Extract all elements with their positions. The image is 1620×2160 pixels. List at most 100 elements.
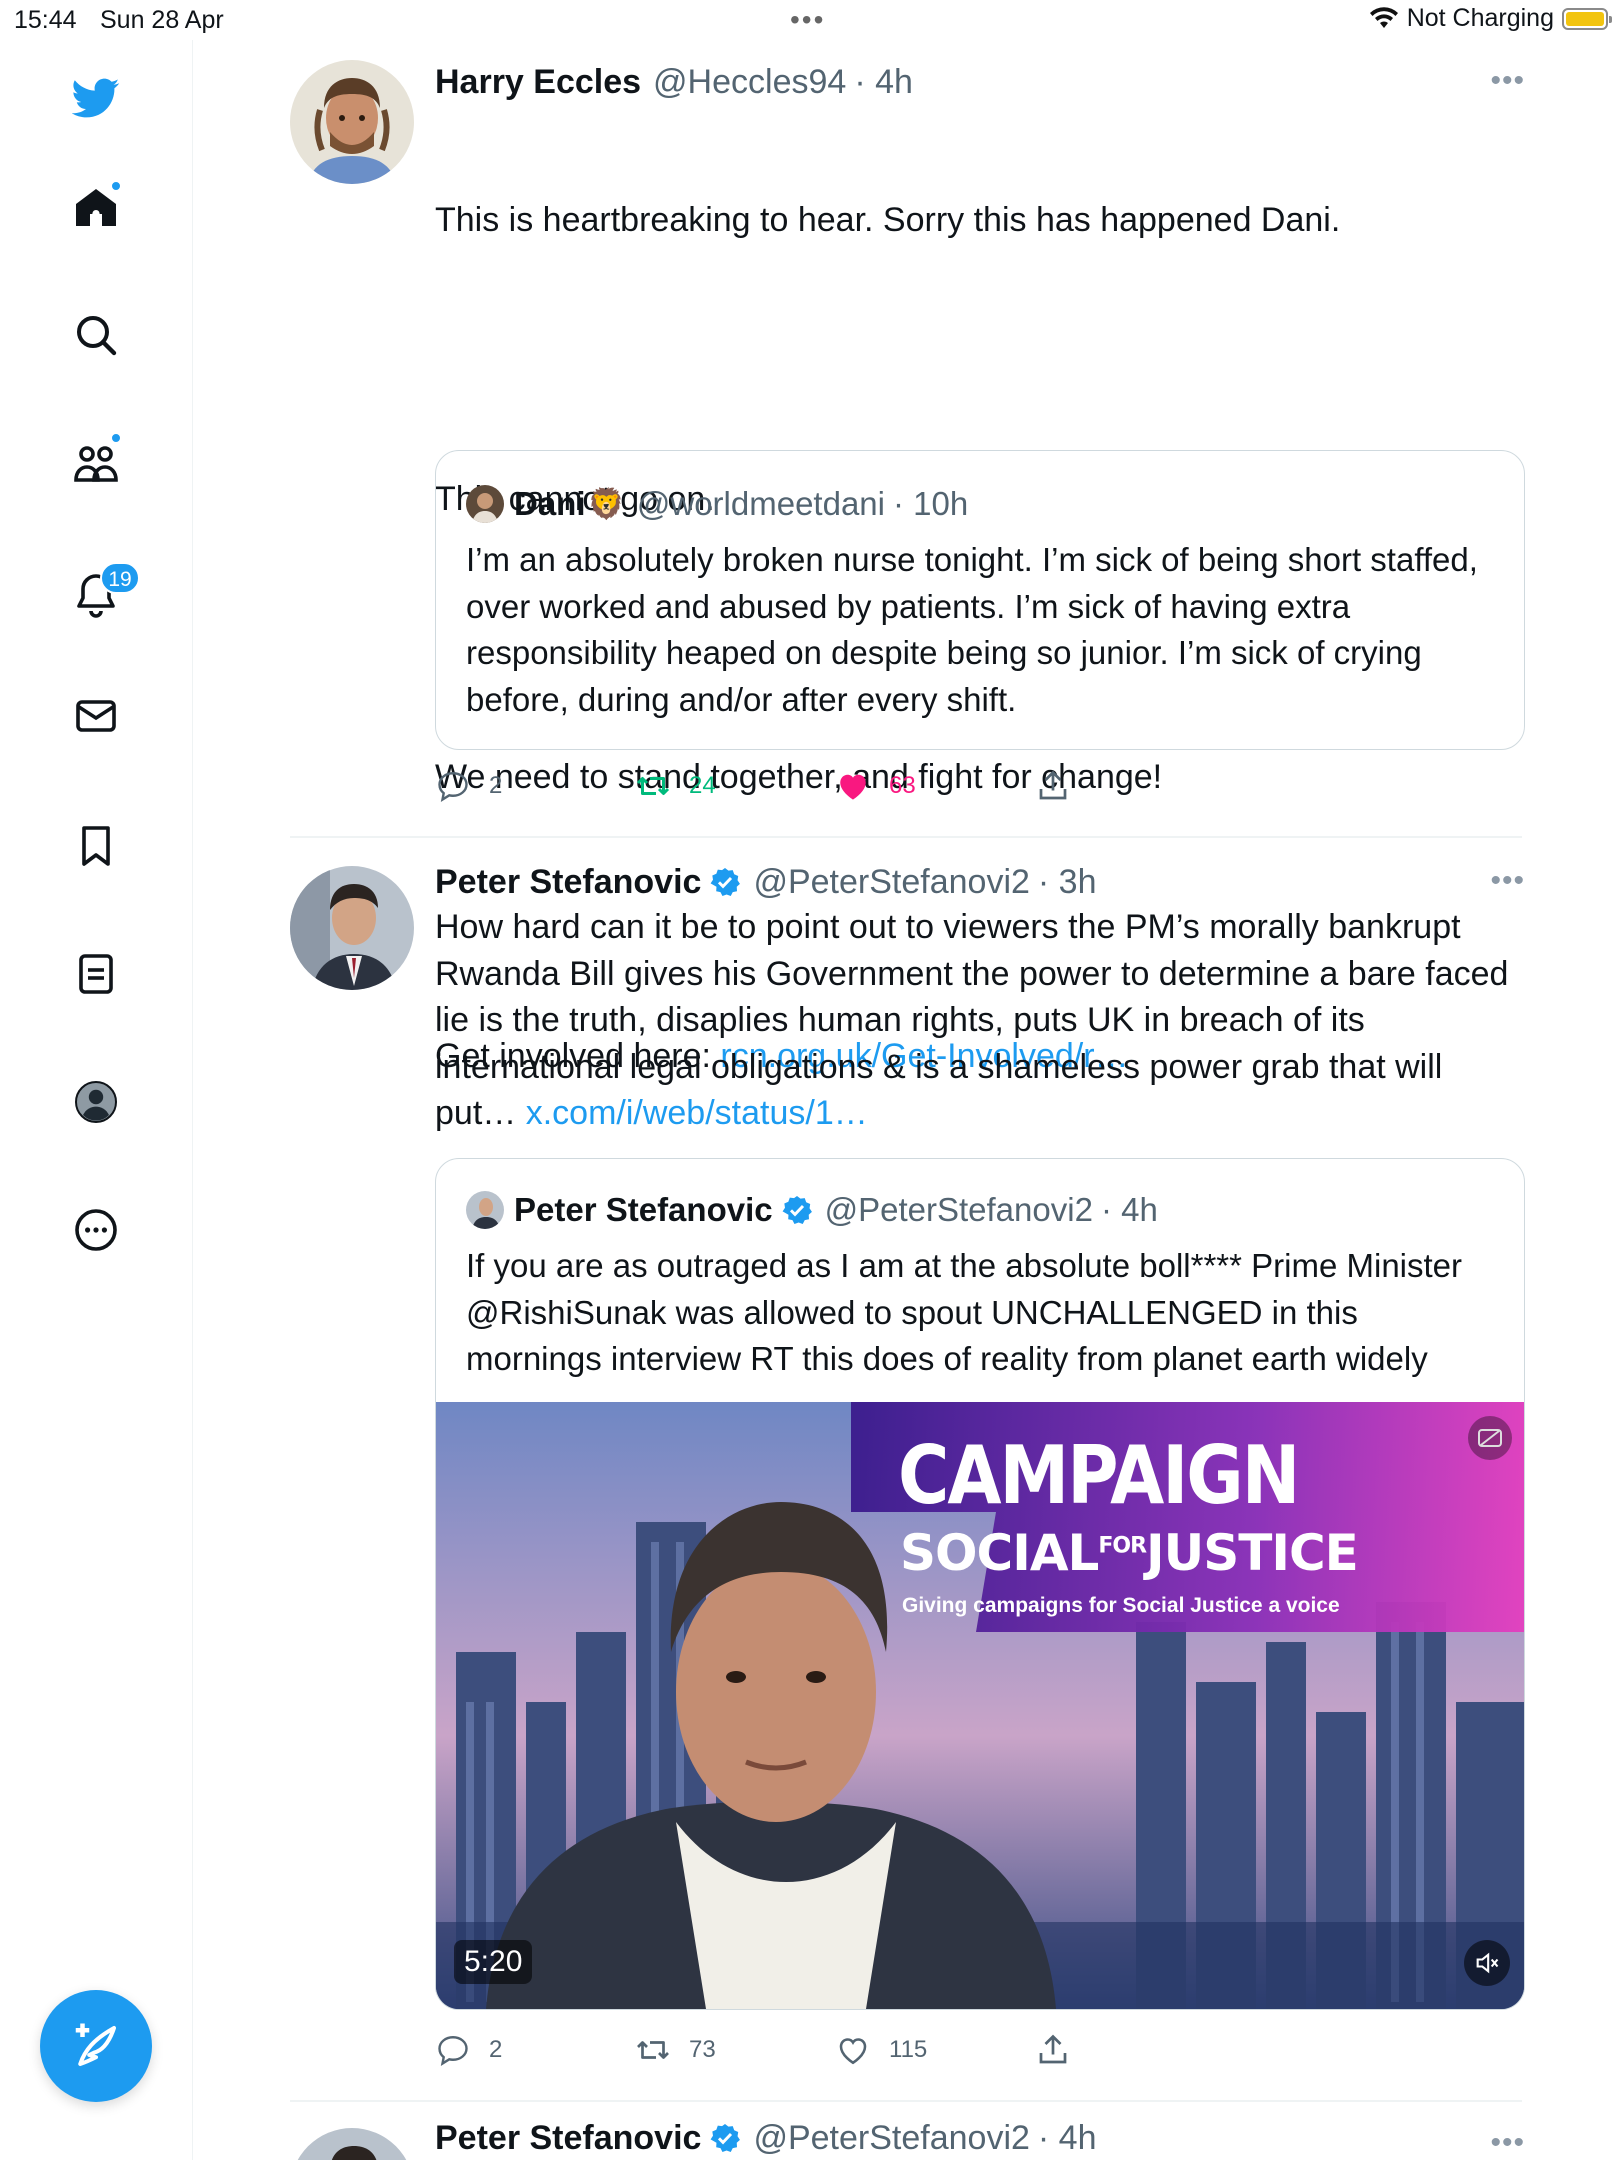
avatar[interactable] (290, 866, 414, 990)
tweet-author-handle[interactable]: @PeterStefanovi2 (753, 2122, 1029, 2160)
tweet-time[interactable]: · 4h (1038, 2122, 1097, 2160)
retweet-count: 73 (689, 2036, 716, 2063)
quoted-tweet[interactable]: Peter Stefanovic @PeterStefanovi2 · 4h I… (435, 1158, 1525, 2010)
share-button[interactable] (1035, 2032, 1071, 2068)
battery-icon (1562, 7, 1612, 30)
envelope-icon (76, 700, 116, 732)
like-button[interactable]: 115 (835, 2032, 927, 2068)
sidebar-item-lists[interactable] (60, 938, 132, 1010)
tweet-text: How hard can it be to point out to viewe… (435, 904, 1525, 1137)
tweet[interactable]: Peter Stefanovic @PeterStefanovi2 · 4h •… (290, 2122, 1525, 2160)
tweet-actions: 2 73 115 (435, 2032, 1525, 2072)
tweet-author-name[interactable]: Peter Stefanovic (435, 2122, 701, 2160)
twitter-logo-icon[interactable] (60, 62, 132, 134)
list-icon (79, 954, 113, 994)
quoted-avatar[interactable] (466, 1191, 504, 1229)
tweet-more-icon[interactable]: ••• (1490, 64, 1525, 98)
captions-button[interactable] (1468, 1416, 1512, 1460)
heart-filled-icon (840, 774, 866, 800)
retweet-button[interactable]: 24 (635, 768, 716, 804)
sidebar-item-communities[interactable] (60, 428, 132, 500)
reply-count: 2 (489, 772, 503, 799)
reply-button[interactable]: 2 (435, 2032, 502, 2068)
quoted-author-handle[interactable]: @PeterStefanovi2 (825, 1191, 1093, 1229)
quoted-text: I’m an absolutely broken nurse tonight. … (466, 541, 1478, 718)
sidebar-item-bookmarks[interactable] (60, 810, 132, 882)
video-banner-subtitle: SOCIALFORJUSTICE (900, 1524, 1359, 1582)
share-icon (1039, 2034, 1067, 2064)
like-button[interactable]: 63 (835, 768, 916, 804)
quoted-text: If you are as outraged as I am at the ab… (466, 1247, 1463, 1377)
tweet-author-name[interactable]: Harry Eccles (435, 60, 641, 104)
home-notification-dot (110, 180, 122, 192)
mute-button[interactable] (1464, 1940, 1510, 1986)
quoted-tweet[interactable]: Dani 🦁 @worldmeetdani · 10h I’m an absol… (435, 450, 1525, 750)
retweet-count: 24 (689, 772, 716, 799)
like-count: 115 (889, 2036, 928, 2063)
ellipsis-circle-icon (75, 1209, 117, 1251)
quoted-author-name[interactable]: Peter Stefanovic (514, 1191, 773, 1229)
sidebar-item-notifications[interactable]: 19 (60, 558, 140, 630)
quoted-author-handle[interactable]: @worldmeetdani (637, 485, 885, 523)
tweet-link[interactable]: x.com/i/web/status/1… (526, 1094, 868, 1132)
compose-tweet-button[interactable] (40, 1990, 152, 2102)
share-icon (1039, 770, 1067, 800)
tweet-more-icon[interactable]: ••• (1490, 864, 1525, 898)
lion-emoji-icon: 🦁 (587, 487, 625, 521)
tweet-text-line: This is heartbreaking to hear. Sorry thi… (435, 201, 1341, 239)
sidebar-item-messages[interactable] (60, 680, 132, 752)
captions-icon (1478, 1429, 1502, 1447)
video-player[interactable]: CAMPAIGN SOCIALFORJUSTICE Giving campaig… (436, 1402, 1524, 2009)
share-button[interactable] (1035, 768, 1071, 804)
tweet[interactable]: Peter Stefanovic @PeterStefanovi2 · 3h •… (290, 860, 1525, 2066)
reply-icon (438, 772, 468, 802)
avatar[interactable] (290, 2128, 414, 2160)
compose-tweet-icon (75, 2023, 117, 2067)
quoted-time[interactable]: · 4h (1101, 1191, 1158, 1229)
tweet-author-handle[interactable]: @Heccles94 (653, 60, 846, 104)
quoted-time[interactable]: · 10h (893, 485, 968, 523)
banner-for: FOR (1098, 1533, 1147, 1559)
sidebar-item-explore[interactable] (60, 299, 132, 371)
multitasking-dots-icon[interactable]: ••• (790, 4, 825, 36)
tweet-time[interactable]: · 4h (854, 60, 913, 104)
quoted-avatar[interactable] (466, 485, 504, 523)
tweet-divider (290, 836, 1522, 838)
tweet-divider (290, 2100, 1522, 2102)
profile-icon (75, 1081, 117, 1123)
speaker-muted-icon (1476, 1952, 1499, 1974)
like-count: 63 (889, 772, 916, 799)
tweet-author-name[interactable]: Peter Stefanovic (435, 860, 701, 904)
tweet[interactable]: Harry Eccles @Heccles94 · 4h ••• This is… (290, 60, 1525, 1075)
people-icon (74, 446, 118, 482)
status-date: Sun 28 Apr (100, 6, 224, 34)
tweet-author-handle[interactable]: @PeterStefanovi2 (753, 860, 1029, 904)
retweet-button[interactable]: 73 (635, 2032, 716, 2068)
video-banner-title: CAMPAIGN (898, 1428, 1300, 1523)
sidebar-nav: 19 (0, 40, 193, 2160)
heart-icon (839, 2038, 867, 2065)
banner-social: SOCIAL (900, 1524, 1099, 1582)
reply-button[interactable]: 2 (435, 768, 502, 804)
bookmark-icon (82, 826, 110, 866)
notifications-badge: 19 (100, 562, 140, 594)
sidebar-item-profile[interactable] (60, 1066, 132, 1138)
verified-badge-icon (711, 868, 741, 896)
video-duration: 5:20 (454, 1940, 533, 1984)
tweet-actions: 2 24 63 (435, 768, 1525, 808)
status-bar: 15:44 Sun 28 Apr ••• Not Charging (0, 0, 1620, 40)
retweet-icon (637, 2041, 669, 2059)
battery-status-label: Not Charging (1406, 4, 1554, 32)
verified-badge-icon (782, 1196, 812, 1224)
tweet-more-icon[interactable]: ••• (1490, 2126, 1525, 2160)
tweet-time[interactable]: · 3h (1038, 860, 1097, 904)
sidebar-item-more[interactable] (60, 1194, 132, 1266)
banner-justice: JUSTICE (1146, 1524, 1359, 1582)
communities-notification-dot (110, 432, 122, 444)
video-banner-tagline: Giving campaigns for Social Justice a vo… (902, 1594, 1340, 1617)
sidebar-item-home[interactable] (60, 172, 132, 244)
search-icon (77, 316, 117, 356)
quoted-author-name[interactable]: Dani (514, 485, 586, 523)
reply-count: 2 (489, 2036, 503, 2063)
avatar[interactable] (290, 60, 414, 184)
